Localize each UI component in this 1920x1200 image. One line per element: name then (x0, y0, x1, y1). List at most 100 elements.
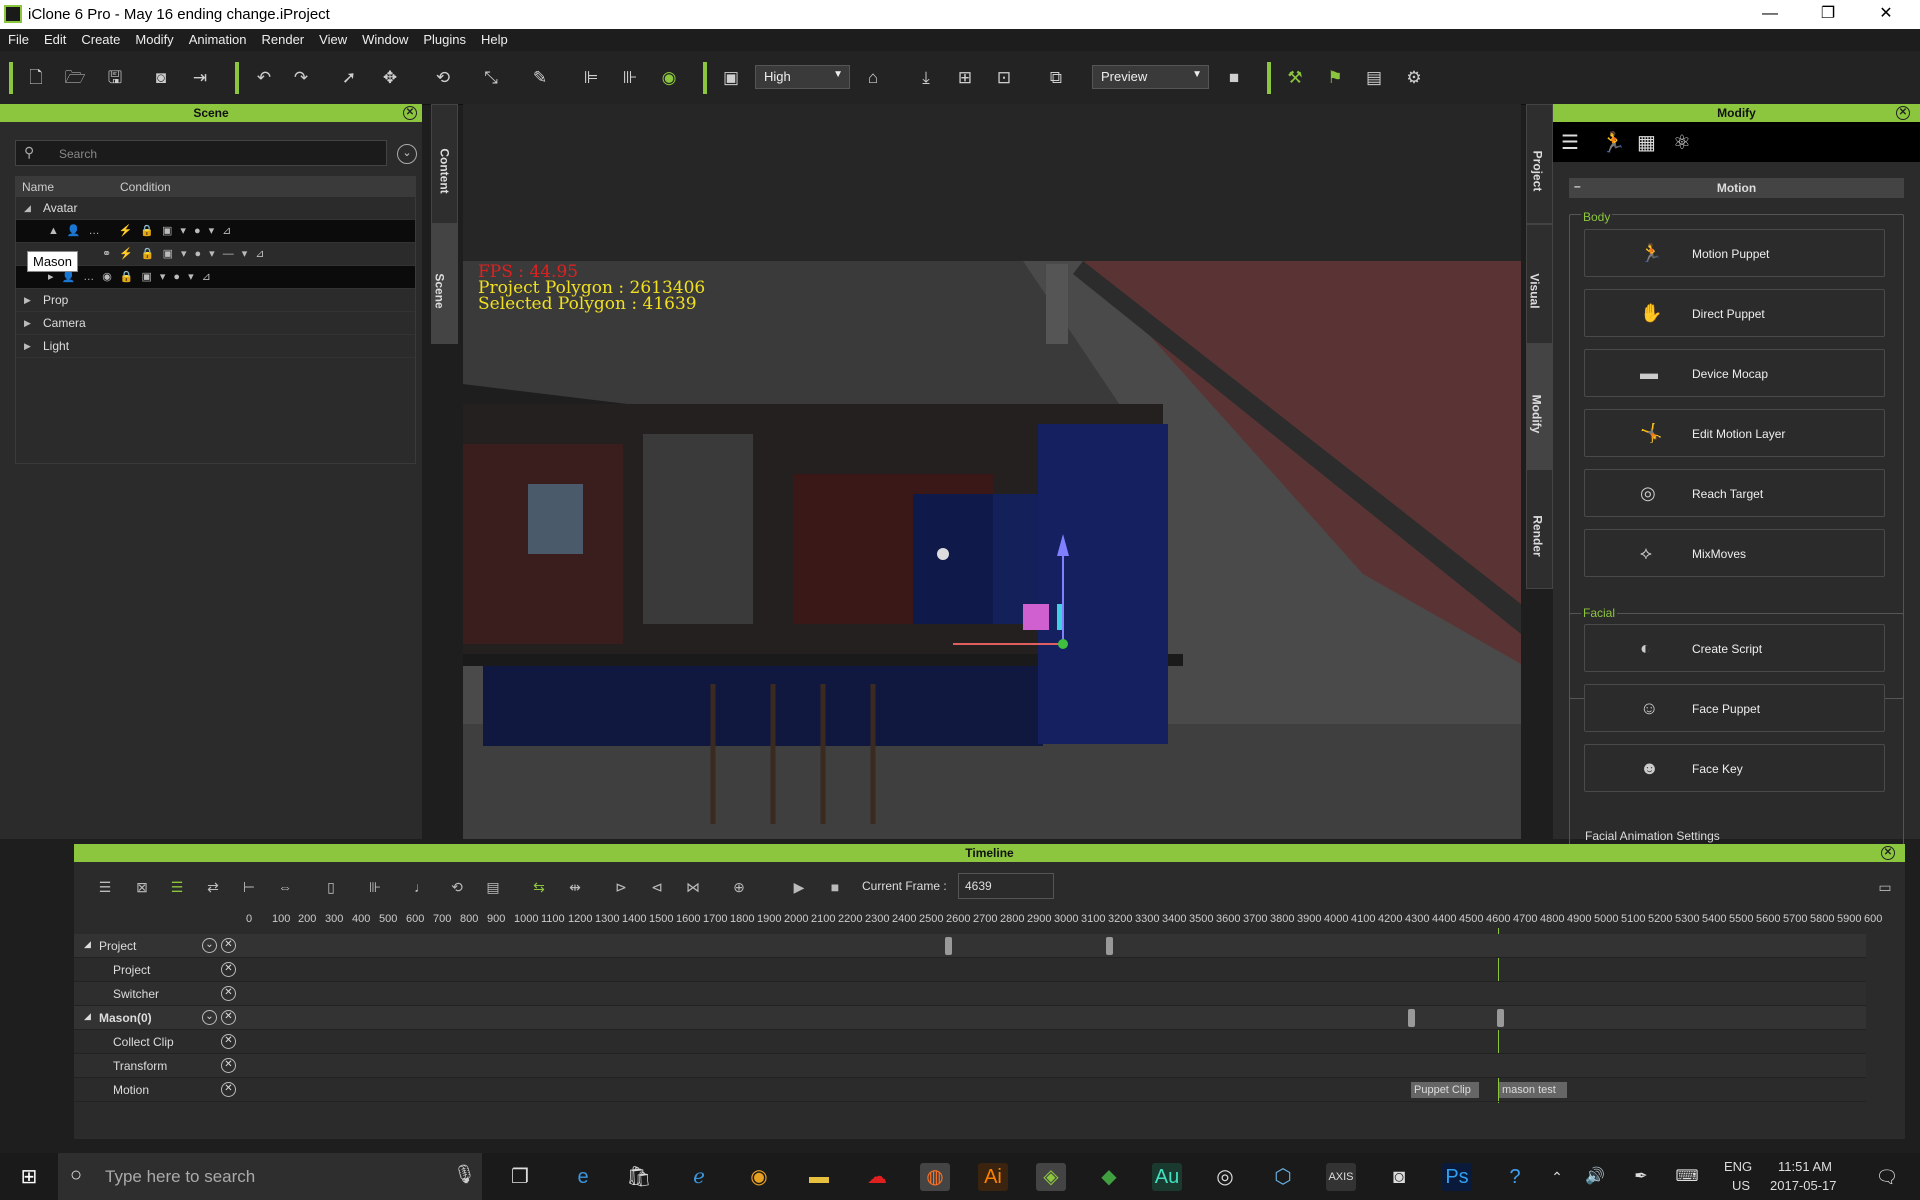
chrome-icon[interactable]: ◉ (744, 1163, 774, 1191)
pick-parent-icon[interactable]: ✎ (527, 65, 553, 91)
creative-cloud-icon[interactable]: ☁ (862, 1163, 892, 1191)
windows-start-icon[interactable]: ⊞ (14, 1163, 44, 1191)
expand-right-icon[interactable]: ▶ (24, 335, 31, 358)
track-list-icon[interactable]: ☰ (94, 876, 116, 898)
store-icon[interactable]: 🛍 (624, 1163, 654, 1191)
task-view-icon[interactable]: ❐ (505, 1163, 535, 1191)
minimize-button[interactable]: — (1741, 0, 1799, 29)
facial-settings-label[interactable]: Facial Animation Settings (1585, 829, 1720, 843)
scale-icon[interactable]: ⤡ (478, 65, 504, 91)
track-close-icon[interactable]: ✕ (221, 1082, 236, 1097)
motion-figure-icon[interactable]: 🏃 (1601, 130, 1626, 155)
app-icon[interactable]: ◆ (1094, 1163, 1124, 1191)
face-key-button[interactable]: ☻ Face Key (1584, 744, 1885, 792)
tab-scene[interactable]: Scene (431, 224, 458, 344)
track-project-group[interactable]: ◢ Project ⌄ ✕ (74, 934, 1866, 958)
audition-icon[interactable]: Au (1152, 1163, 1182, 1191)
device-mocap-button[interactable]: ▬ Device Mocap (1584, 349, 1885, 397)
tree-row-camera[interactable]: ▶ Camera (16, 312, 415, 335)
track-mason[interactable]: ◢ Mason(0) ⌄ ✕ (74, 1006, 1866, 1030)
timeline-ruler[interactable]: 0 100 200 300 400 500 600 700 800 900 1000 1100 1200… (246, 912, 1896, 936)
direct-puppet-button[interactable]: ✋ Direct Puppet (1584, 289, 1885, 337)
remove-key-icon[interactable]: ⊲ (646, 876, 668, 898)
pen-icon[interactable]: ✒ (1626, 1163, 1656, 1191)
filter-tracks-icon[interactable]: ☰ (166, 876, 188, 898)
create-script-button[interactable]: ◐ Create Script (1584, 624, 1885, 672)
render-mode-dropdown[interactable]: Preview ▼ (1092, 65, 1209, 89)
select-arrow-icon[interactable]: ➚ (336, 65, 362, 91)
insert-icon[interactable]: ⊢ (238, 876, 260, 898)
export-icon[interactable]: ⇥ (187, 65, 213, 91)
obs-icon[interactable]: ◎ (1210, 1163, 1240, 1191)
track-close-icon[interactable]: ✕ (221, 1058, 236, 1073)
view-cube-icon[interactable]: ⧉ (1043, 65, 1069, 91)
viewport-layout-icon[interactable]: ▣ (718, 65, 744, 91)
menu-create[interactable]: Create (73, 29, 127, 47)
zoom-extent-icon[interactable]: ⊞ (952, 65, 978, 91)
condition-icons[interactable]: ▲👤… ⚡🔒▣▾●▾⊿ (48, 220, 239, 243)
condition-icons[interactable]: ⚭⚡🔒▣▾●▾—▾⊿ (102, 243, 272, 266)
track-close-icon[interactable]: ✕ (221, 938, 236, 953)
timeline-close-icon[interactable]: ✕ (1881, 846, 1895, 860)
align-icon[interactable]: ⊫ (578, 65, 604, 91)
microphone-icon[interactable]: 🎙 (453, 1164, 476, 1185)
tab-render[interactable]: Render (1526, 469, 1553, 589)
stop-icon[interactable]: ■ (824, 876, 846, 898)
zoom-icon[interactable]: ⊕ (728, 876, 750, 898)
save-icon[interactable]: 🖫 (102, 65, 128, 91)
sync-icon[interactable]: ⇆ (528, 876, 550, 898)
distribute-icon[interactable]: ⊪ (617, 65, 643, 91)
menu-file[interactable]: File (0, 29, 36, 47)
fit-view-icon[interactable]: ⤓ (913, 65, 939, 91)
tree-row-avatar-item[interactable]: ▲👤… ⚡🔒▣▾●▾⊿ (16, 220, 415, 243)
language-indicator[interactable]: ENG (1724, 1159, 1752, 1174)
tab-project[interactable]: Project (1526, 104, 1553, 224)
photoshop-icon[interactable]: Ps (1442, 1163, 1472, 1191)
menu-view[interactable]: View (311, 29, 354, 47)
file-explorer-icon[interactable]: ▬ (804, 1163, 834, 1191)
axis-icon[interactable]: AXIS (1326, 1163, 1356, 1191)
current-frame-input[interactable]: 4639 (958, 873, 1054, 899)
transition-icon[interactable]: ⋈ (682, 876, 704, 898)
track-collect-clip[interactable]: Collect Clip ✕ (74, 1030, 1866, 1054)
move-icon[interactable]: ✥ (377, 65, 403, 91)
checker-icon[interactable]: ▦ (1637, 130, 1656, 155)
open-file-icon[interactable]: 🗁 (62, 65, 88, 91)
tab-visual[interactable]: Visual (1526, 224, 1553, 344)
options-icon[interactable]: ⌄ (202, 1010, 217, 1025)
maximize-button[interactable]: ❐ (1799, 0, 1857, 29)
puppet-clip[interactable]: Puppet Clip (1411, 1082, 1479, 1098)
music-icon[interactable]: ♩ (410, 876, 432, 898)
preview-window-icon[interactable]: ◙ (148, 65, 174, 91)
redo-icon[interactable]: ↷ (288, 65, 314, 91)
collapse-icon[interactable]: ◢ (84, 939, 91, 950)
loop-icon[interactable]: ⟲ (446, 876, 468, 898)
collapse-icon[interactable]: ◢ (84, 1011, 91, 1022)
motion-puppet-button[interactable]: 🏃 Motion Puppet (1584, 229, 1885, 277)
close-button[interactable]: ✕ (1857, 0, 1915, 29)
home-camera-icon[interactable]: ⌂ (860, 65, 886, 91)
visibility-eye-icon[interactable]: ◉ (656, 65, 682, 91)
face-puppet-button[interactable]: ☺ Face Puppet (1584, 684, 1885, 732)
track-switcher[interactable]: Switcher ✕ (74, 982, 1866, 1006)
edge-icon[interactable]: e (568, 1163, 598, 1191)
track-project[interactable]: Project ✕ (74, 958, 1866, 982)
play-icon[interactable]: ▶ (788, 876, 810, 898)
tree-row-avatar[interactable]: ◢ Avatar (16, 197, 415, 220)
notification-icon[interactable]: 🗨 (1872, 1163, 1902, 1191)
track-transform[interactable]: Transform ✕ (74, 1054, 1866, 1078)
expand-down-icon[interactable]: ◢ (24, 197, 31, 220)
collapse-tracks-icon[interactable]: ⊠ (131, 876, 153, 898)
track-motion[interactable]: Motion ✕ (74, 1078, 1866, 1102)
clipboard-dropdown-icon[interactable]: ▯ (320, 876, 342, 898)
project-marker[interactable] (945, 937, 952, 955)
expand-right-icon[interactable]: ▶ (24, 289, 31, 312)
split-icon[interactable]: ⊪ (364, 876, 386, 898)
mason-marker[interactable] (1408, 1009, 1415, 1027)
flag-icon[interactable]: ⚑ (1322, 65, 1348, 91)
options-icon[interactable]: ⌄ (202, 938, 217, 953)
filter-dropdown-icon[interactable]: ⌄ (397, 144, 417, 164)
menu-edit[interactable]: Edit (36, 29, 73, 47)
3d-viewport[interactable]: FPS : 44.95 Project Polygon : 2613406 Se… (463, 104, 1521, 839)
range-icon[interactable]: ⇔ (274, 876, 296, 898)
